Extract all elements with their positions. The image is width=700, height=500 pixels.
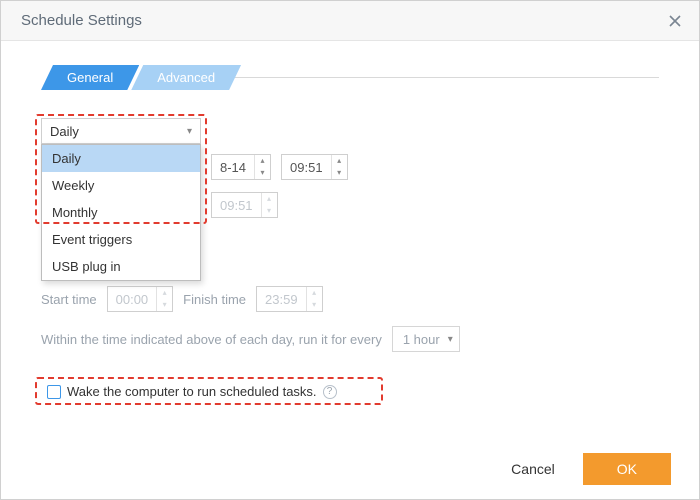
once-row-residual: 8-14 ▴▾ 09:51 ▴▾ <box>211 154 348 180</box>
interval-value: 1 hour <box>403 332 440 347</box>
start-time-spinner: 00:00 ▴▾ <box>107 286 174 312</box>
spin-down-icon[interactable]: ▾ <box>332 167 347 179</box>
spin-up-icon[interactable]: ▴ <box>332 155 347 167</box>
schedule-settings-dialog: Schedule Settings General Advanced Daily… <box>0 0 700 500</box>
form-area: Daily ▾ Daily Weekly Monthly Event trigg… <box>41 118 659 403</box>
dialog-footer: Cancel OK <box>1 439 699 499</box>
wake-checkbox[interactable] <box>47 385 61 399</box>
spin-up-icon: ▴ <box>307 287 322 299</box>
wake-row: Wake the computer to run scheduled tasks… <box>41 380 659 403</box>
interval-row: Within the time indicated above of each … <box>41 326 659 352</box>
spin-up-icon: ▴ <box>157 287 172 299</box>
frequency-option-event-triggers[interactable]: Event triggers <box>42 226 200 253</box>
frequency-select[interactable]: Daily ▾ <box>41 118 201 144</box>
spin-up-icon[interactable]: ▴ <box>255 155 270 167</box>
finish-time-value: 23:59 <box>257 287 306 311</box>
frequency-dropdown: Daily Weekly Monthly Event triggers USB … <box>41 144 201 281</box>
time-second-spinner: 09:51 ▴▾ <box>211 192 278 218</box>
dialog-content: General Advanced Daily ▾ Daily Weekly Mo… <box>1 41 699 439</box>
time-once-value: 09:51 <box>282 155 331 179</box>
tab-advanced-label: Advanced <box>157 70 215 85</box>
interval-combo[interactable]: 1 hour ▾ <box>392 326 460 352</box>
spin-down-icon: ▾ <box>262 205 277 217</box>
interval-text: Within the time indicated above of each … <box>41 332 382 347</box>
spin-down-icon: ▾ <box>157 299 172 311</box>
time-second-value: 09:51 <box>212 193 261 217</box>
start-time-label: Start time <box>41 292 97 307</box>
dialog-title: Schedule Settings <box>21 12 142 29</box>
spin-down-icon: ▾ <box>307 299 322 311</box>
tabs: General Advanced <box>41 65 659 90</box>
frequency-option-usb-plug-in[interactable]: USB plug in <box>42 253 200 280</box>
time-once-spinner[interactable]: 09:51 ▴▾ <box>281 154 348 180</box>
wake-label: Wake the computer to run scheduled tasks… <box>67 384 317 399</box>
spin-up-icon: ▴ <box>262 193 277 205</box>
tab-general[interactable]: General <box>41 65 139 90</box>
chevron-down-icon: ▾ <box>448 334 453 345</box>
second-row-residual: 09:51 ▴▾ <box>211 192 278 218</box>
frequency-option-weekly[interactable]: Weekly <box>42 172 200 199</box>
ok-button[interactable]: OK <box>583 453 671 485</box>
cancel-button[interactable]: Cancel <box>501 453 565 485</box>
tab-advanced[interactable]: Advanced <box>131 65 241 90</box>
frequency-option-monthly[interactable]: Monthly <box>42 199 200 226</box>
frequency-option-daily[interactable]: Daily <box>42 145 200 172</box>
close-icon[interactable] <box>663 9 687 33</box>
title-bar: Schedule Settings <box>1 1 699 41</box>
date-value: 8-14 <box>212 155 254 179</box>
frequency-field: Daily ▾ Daily Weekly Monthly Event trigg… <box>41 118 201 144</box>
tabs-underline <box>235 77 659 78</box>
start-finish-row: Start time 00:00 ▴▾ Finish time 23:59 ▴▾ <box>41 286 659 312</box>
help-icon[interactable]: ? <box>323 385 337 399</box>
frequency-selected-label: Daily <box>50 124 79 139</box>
finish-time-label: Finish time <box>183 292 246 307</box>
chevron-down-icon: ▾ <box>187 126 192 137</box>
tab-general-label: General <box>67 70 113 85</box>
date-spinner[interactable]: 8-14 ▴▾ <box>211 154 271 180</box>
spin-down-icon[interactable]: ▾ <box>255 167 270 179</box>
finish-time-spinner: 23:59 ▴▾ <box>256 286 323 312</box>
lower-rows: Start time 00:00 ▴▾ Finish time 23:59 ▴▾… <box>41 286 659 403</box>
start-time-value: 00:00 <box>108 287 157 311</box>
